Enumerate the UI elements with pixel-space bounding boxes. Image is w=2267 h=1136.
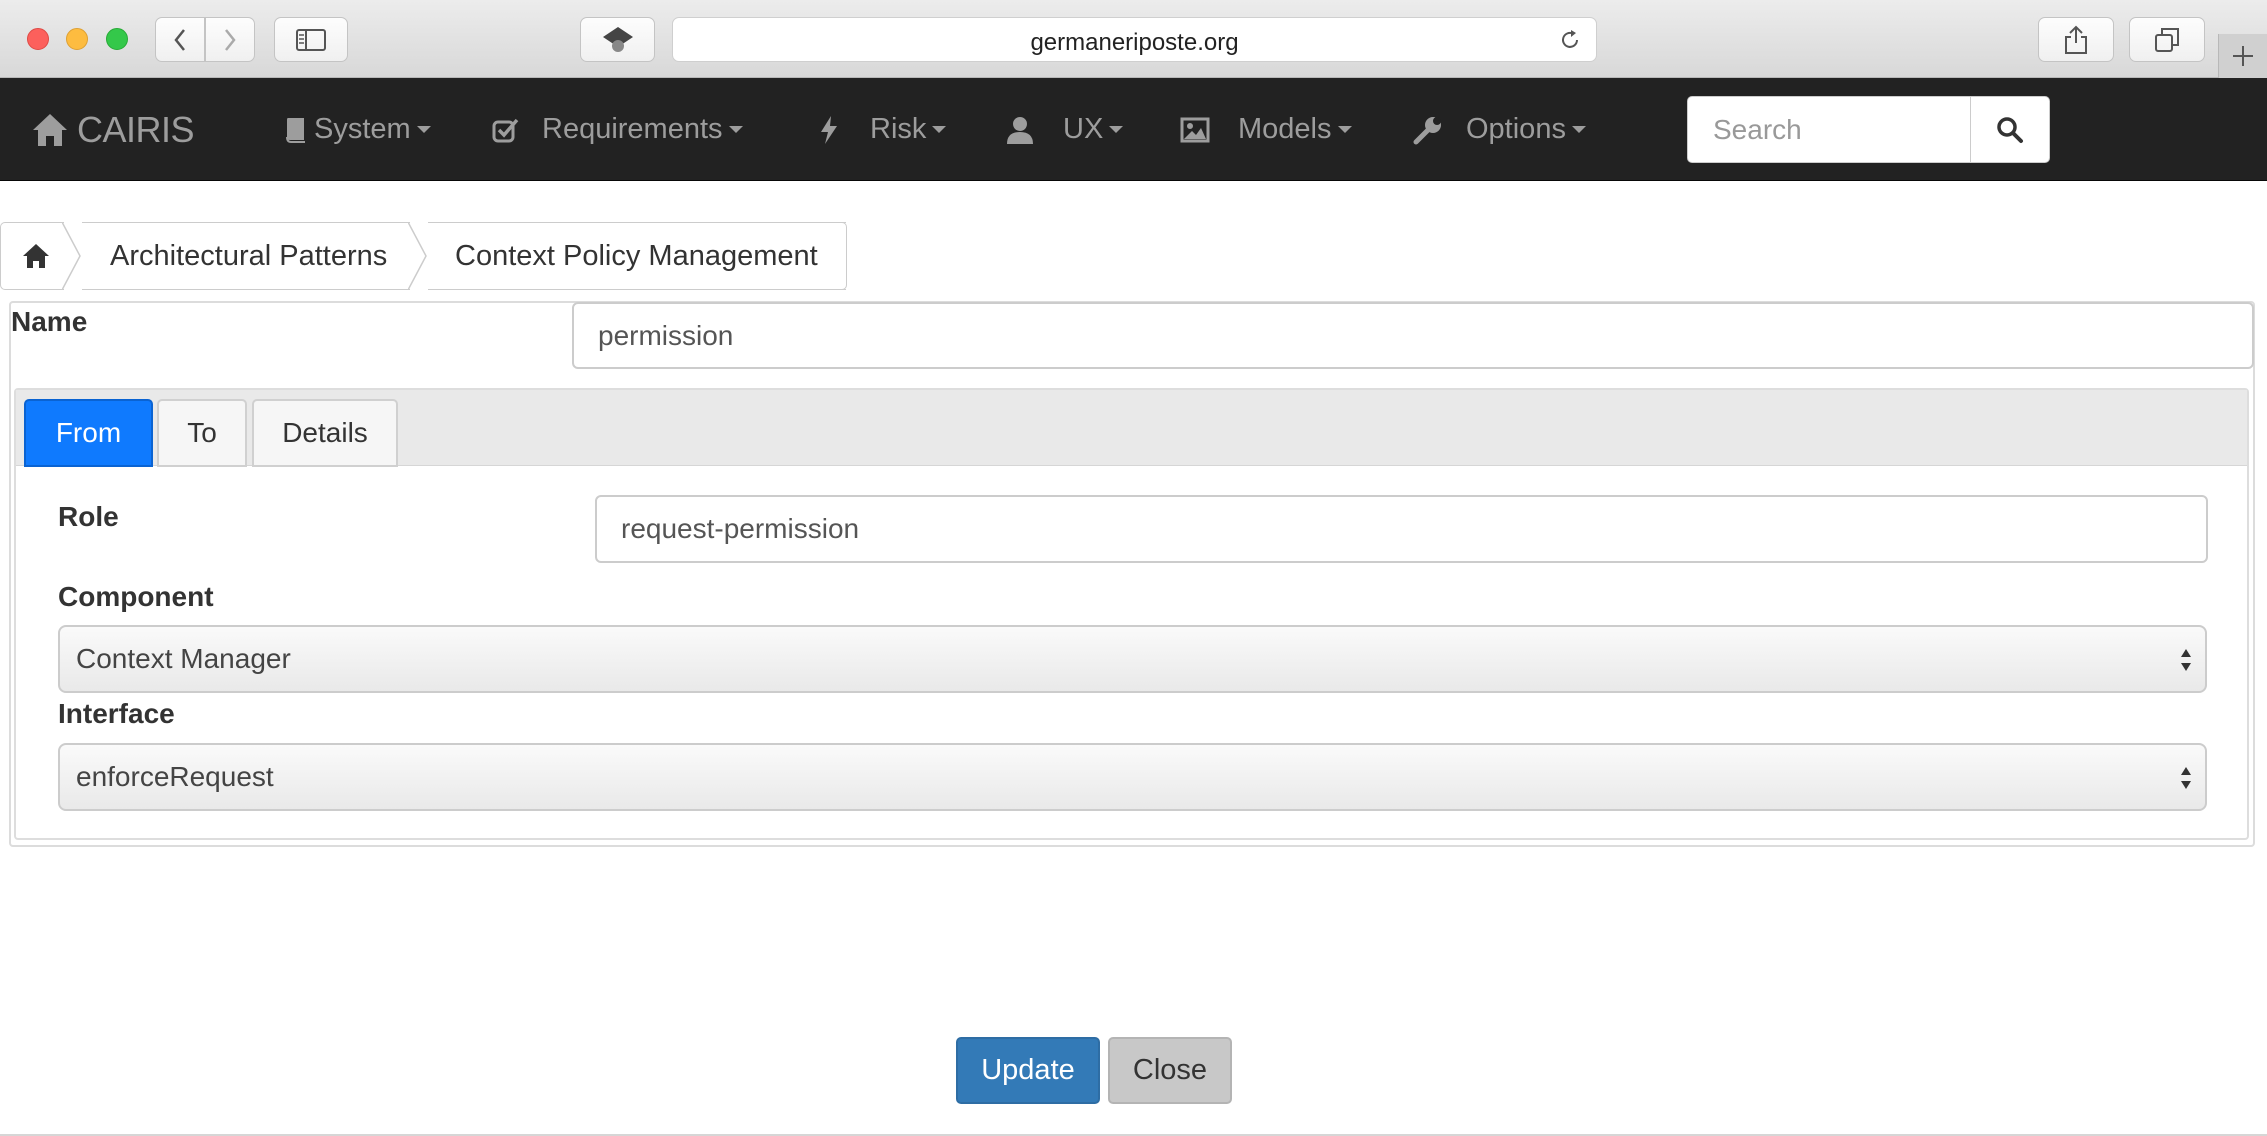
caret-down-icon — [728, 126, 743, 133]
home-icon — [22, 244, 49, 268]
bolt-icon — [821, 115, 837, 144]
breadcrumb-context-policy-management[interactable]: Context Policy Management — [428, 222, 846, 290]
share-button[interactable] — [2038, 17, 2114, 62]
forward-button[interactable] — [205, 17, 255, 62]
component-value: Context Manager — [76, 643, 291, 674]
share-icon — [2065, 25, 2087, 54]
picture-icon — [1180, 117, 1210, 142]
caret-down-icon — [932, 126, 947, 133]
checkbox-icon — [492, 118, 519, 142]
tab-label: To — [187, 417, 217, 448]
home-icon — [33, 113, 67, 146]
search-input[interactable] — [1687, 96, 1971, 163]
caret-down-icon — [1571, 126, 1586, 133]
breadcrumb-separator — [62, 222, 81, 290]
nav-ux-label: UX — [1063, 113, 1104, 145]
breadcrumb-separator — [408, 222, 427, 290]
component-label: Component — [58, 581, 214, 612]
new-tab-button[interactable] — [2218, 34, 2267, 78]
interface-label: Interface — [58, 698, 175, 729]
breadcrumb-home[interactable] — [0, 222, 64, 290]
brand-link[interactable]: CAIRIS — [31, 78, 195, 181]
breadcrumb-architectural-patterns[interactable]: Architectural Patterns — [82, 222, 410, 290]
brand-name: CAIRIS — [77, 108, 195, 150]
component-select[interactable]: Context Manager — [58, 625, 2207, 693]
name-label: Name — [11, 306, 88, 337]
zoom-window-button[interactable] — [106, 28, 128, 50]
nav-risk[interactable]: Risk — [818, 78, 947, 181]
nav-system[interactable]: System — [284, 78, 431, 181]
breadcrumb-end — [840, 222, 847, 290]
wrench-icon — [1413, 116, 1441, 144]
plus-icon — [2233, 46, 2253, 66]
nav-models-label: Models — [1238, 113, 1332, 145]
sidebar-icon — [296, 28, 326, 51]
nav-ux[interactable]: UX — [1005, 78, 1124, 181]
role-input[interactable] — [595, 495, 2208, 563]
update-button[interactable]: Update — [956, 1037, 1100, 1104]
select-arrows-icon — [2181, 767, 2191, 789]
role-label: Role — [58, 501, 119, 532]
user-icon — [1007, 116, 1033, 144]
interface-value: enforceRequest — [76, 761, 274, 792]
address-bar[interactable]: germaneriposte.org — [672, 17, 1597, 62]
tabs-overview-button[interactable] — [2129, 17, 2205, 62]
nav-requirements[interactable]: Requirements — [492, 78, 743, 181]
search-icon — [1997, 116, 2023, 143]
select-arrows-icon — [2181, 649, 2191, 671]
tab-to[interactable]: To — [157, 399, 247, 467]
nav-options-label: Options — [1466, 113, 1566, 145]
extension-button[interactable] — [580, 17, 655, 62]
minimize-window-button[interactable] — [66, 28, 88, 50]
chevron-left-icon — [174, 28, 185, 51]
browser-toolbar: germaneriposte.org — [0, 0, 2267, 78]
nav-requirements-label: Requirements — [542, 113, 723, 145]
nav-system-label: System — [314, 113, 411, 145]
book-icon — [286, 117, 305, 143]
close-button[interactable]: Close — [1108, 1037, 1232, 1104]
caret-down-icon — [416, 126, 431, 133]
caret-down-icon — [1109, 126, 1124, 133]
tab-label: From — [55, 417, 122, 448]
search-button[interactable] — [1970, 96, 2050, 163]
url-text: germaneriposte.org — [1030, 29, 1239, 56]
nav-risk-label: Risk — [870, 113, 927, 145]
reload-icon[interactable] — [1558, 28, 1582, 52]
name-input[interactable] — [572, 302, 2254, 369]
close-window-button[interactable] — [27, 28, 49, 50]
interface-select[interactable]: enforceRequest — [58, 743, 2207, 811]
breadcrumb-label: Architectural Patterns — [110, 239, 388, 272]
tab-details[interactable]: Details — [252, 399, 398, 467]
tab-from[interactable]: From — [24, 399, 153, 467]
back-button[interactable] — [155, 17, 205, 62]
breadcrumb-label: Context Policy Management — [455, 239, 818, 272]
tabs-icon — [2155, 27, 2179, 52]
extension-icon — [602, 26, 633, 52]
nav-models[interactable]: Models — [1180, 78, 1352, 181]
chevron-right-icon — [225, 28, 236, 51]
tab-label: Details — [282, 417, 368, 448]
nav-options[interactable]: Options — [1412, 78, 1586, 181]
sidebar-toggle-button[interactable] — [274, 17, 348, 62]
caret-down-icon — [1337, 126, 1352, 133]
